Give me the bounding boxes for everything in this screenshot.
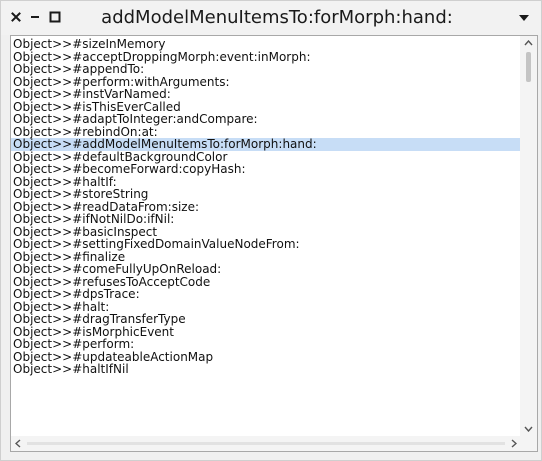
horizontal-scroll-track[interactable]	[27, 442, 505, 445]
title-bar[interactable]: addModelMenuItemsTo:forMorph:hand:	[1, 1, 541, 35]
list-item[interactable]: Object>>#comeFullyUpOnReload:	[11, 263, 521, 276]
list-item[interactable]: Object>>#appendTo:	[11, 63, 521, 76]
close-icon[interactable]	[7, 7, 25, 27]
list-item[interactable]: Object>>#sizeInMemory	[11, 38, 521, 51]
list-item[interactable]: Object>>#settingFixedDomainValueNodeFrom…	[11, 238, 521, 251]
method-list-window: addModelMenuItemsTo:forMorph:hand: Objec…	[0, 0, 542, 461]
vertical-scrollbar[interactable]	[520, 36, 537, 436]
list-item[interactable]: Object>>#adaptToInteger:andCompare:	[11, 113, 521, 126]
maximize-icon[interactable]	[46, 7, 64, 27]
list-item[interactable]: Object>>#ifNotNilDo:ifNil:	[11, 213, 521, 226]
vertical-scroll-thumb[interactable]	[526, 52, 531, 82]
list-item[interactable]: Object>>#perform:	[11, 338, 521, 351]
list-item[interactable]: Object>>#dragTransferType	[11, 313, 521, 326]
chevron-right-icon[interactable]	[507, 436, 521, 451]
window-title: addModelMenuItemsTo:forMorph:hand:	[101, 7, 453, 28]
chevron-up-icon[interactable]	[520, 36, 537, 50]
chevron-down-icon[interactable]	[517, 10, 531, 24]
list-item[interactable]: Object>>#instVarNamed:	[11, 88, 521, 101]
method-list-pane[interactable]: Object>>#sizeInMemory Object>>#acceptDrop…	[10, 35, 538, 452]
method-list[interactable]: Object>>#sizeInMemory Object>>#acceptDrop…	[11, 38, 521, 376]
list-item-selected[interactable]: Object>>#addModelMenuItemsTo:forMorph:ha…	[11, 138, 521, 151]
minimize-icon[interactable]	[26, 7, 44, 27]
list-item[interactable]: Object>>#becomeForward:copyHash:	[11, 163, 521, 176]
list-item[interactable]: Object>>#dpsTrace:	[11, 288, 521, 301]
list-item[interactable]: Object>>#haltIfNil	[11, 363, 521, 376]
chevron-down-icon[interactable]	[520, 422, 537, 436]
horizontal-scrollbar[interactable]	[11, 436, 521, 451]
chevron-left-icon[interactable]	[11, 436, 25, 451]
scrollbar-corner	[520, 436, 537, 451]
list-item[interactable]: Object>>#storeString	[11, 188, 521, 201]
